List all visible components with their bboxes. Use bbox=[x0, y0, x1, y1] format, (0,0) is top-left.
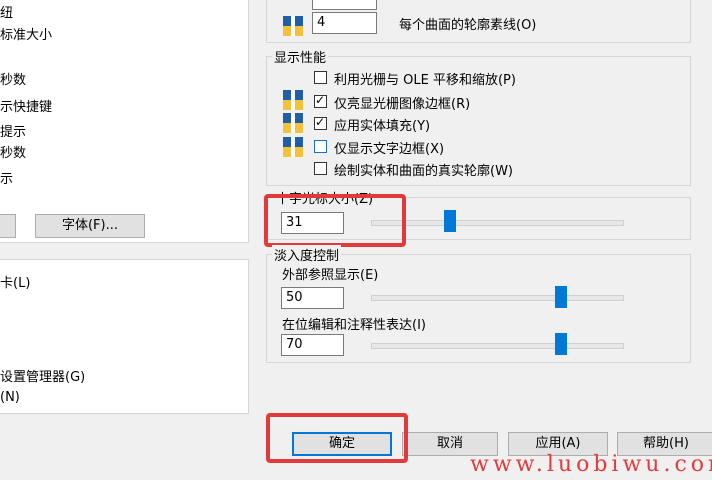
drawing-icon bbox=[283, 16, 303, 36]
contour-lines-input[interactable]: 4 bbox=[312, 12, 377, 34]
highlight-box bbox=[266, 413, 408, 463]
inplace-slider-track[interactable] bbox=[371, 343, 624, 349]
left-text-4: 示快捷键 bbox=[0, 100, 53, 115]
solid-fill-checkbox[interactable] bbox=[314, 115, 327, 130]
left-partial-button[interactable] bbox=[0, 214, 16, 238]
drawing-icon bbox=[283, 90, 303, 110]
drawing-icon bbox=[283, 137, 303, 157]
left-text-1: 纽 bbox=[0, 6, 14, 21]
font-button[interactable]: 字体(F)... bbox=[35, 214, 145, 238]
true-silhouette-label: 绘制实体和曲面的真实轮廓(W) bbox=[334, 164, 513, 179]
raster-frame-checkbox[interactable] bbox=[314, 93, 327, 108]
xref-display-label: 外部参照显示(E) bbox=[282, 268, 379, 283]
watermark: www.luobiwu.com bbox=[470, 452, 712, 477]
contour-lines-label: 每个曲面的轮廓素线(O) bbox=[399, 18, 537, 33]
crosshair-slider-track[interactable] bbox=[371, 220, 624, 226]
left-text-6: 秒数 bbox=[0, 146, 27, 161]
left-lower-text-1: 卡(L) bbox=[0, 276, 31, 291]
left-text-2: 标准大小 bbox=[0, 28, 53, 43]
left-text-5: 提示 bbox=[0, 125, 27, 140]
inplace-edit-input[interactable]: 70 bbox=[281, 334, 344, 356]
true-silhouette-checkbox[interactable] bbox=[314, 162, 327, 175]
left-lower-text-3: (N) bbox=[0, 390, 20, 405]
partial-top-textbox[interactable] bbox=[312, 0, 377, 10]
solid-fill-label: 应用实体填充(Y) bbox=[334, 119, 431, 134]
left-text-7: 示 bbox=[0, 172, 14, 187]
left-text-3: 秒数 bbox=[0, 73, 27, 88]
crosshair-slider-thumb[interactable] bbox=[444, 210, 456, 232]
left-panel-lower bbox=[0, 259, 249, 414]
left-lower-text-2: 设置管理器(G) bbox=[0, 370, 86, 385]
xref-slider-track[interactable] bbox=[371, 295, 624, 301]
inplace-slider-thumb[interactable] bbox=[555, 333, 567, 355]
drawing-icon bbox=[283, 113, 303, 133]
raster-ole-pan-label: 利用光栅与 OLE 平移和缩放(P) bbox=[334, 73, 516, 88]
highlight-box bbox=[264, 194, 406, 247]
raster-ole-pan-checkbox[interactable] bbox=[314, 71, 327, 84]
xref-slider-thumb[interactable] bbox=[555, 286, 567, 308]
text-frame-label: 仅显示文字边框(X) bbox=[334, 142, 445, 157]
display-performance-title: 显示性能 bbox=[272, 47, 329, 66]
xref-display-input[interactable]: 50 bbox=[281, 287, 344, 309]
text-frame-checkbox[interactable] bbox=[314, 140, 327, 153]
inplace-edit-label: 在位编辑和注释性表达(I) bbox=[282, 318, 426, 333]
raster-frame-label: 仅亮显光栅图像边框(R) bbox=[334, 97, 471, 112]
fade-control-title: 淡入度控制 bbox=[272, 245, 342, 264]
